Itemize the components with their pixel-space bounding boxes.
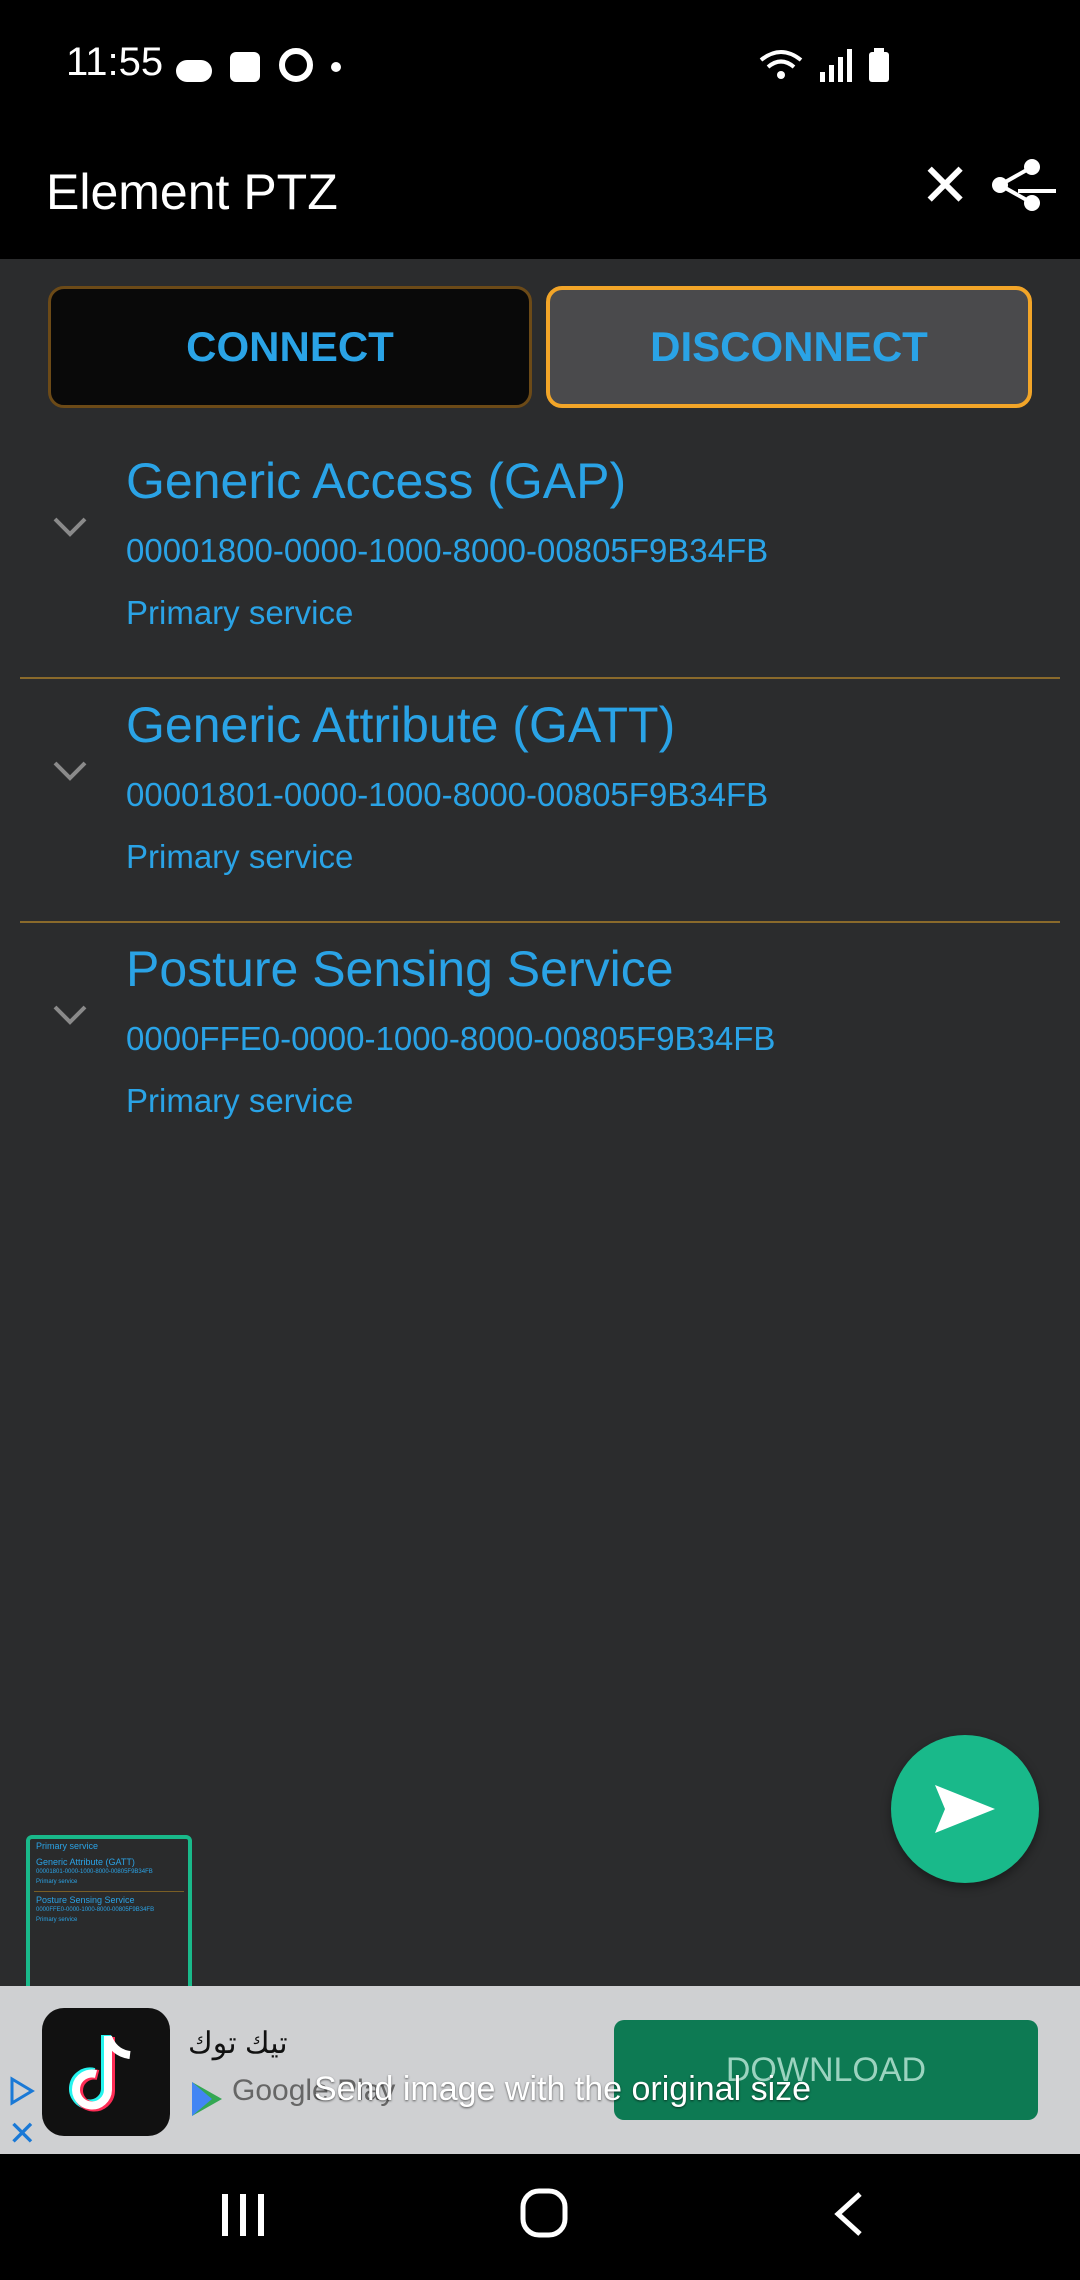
home-icon[interactable] [520, 2188, 568, 2238]
service-type: Primary service [126, 1082, 354, 1119]
thumb-text: Primary service [36, 1841, 99, 1851]
share-icon[interactable] [988, 155, 1058, 215]
chevron-down-icon[interactable] [52, 516, 88, 538]
close-icon[interactable]: ✕ [920, 156, 970, 216]
service-uuid: 00001800-0000-1000-8000-00805F9B34FB [126, 532, 769, 569]
service-name: Posture Sensing Service [126, 941, 674, 997]
pin-icon [278, 48, 313, 82]
cloud-icon [176, 60, 212, 82]
app-toolbar: Element PTZ ✕ [0, 135, 1080, 259]
ad-app-name: تيك توك [188, 2027, 288, 2060]
service-item[interactable]: Generic Access (GAP) 00001800-0000-1000-… [0, 436, 1080, 679]
battery-icon [869, 48, 889, 82]
thumb-text: Generic Attribute (GATT) [36, 1857, 135, 1867]
thumb-text: 0000FFE0-0000-1000-8000-00805F9B34FB [36, 1907, 155, 1913]
service-name: Generic Access (GAP) [126, 453, 627, 509]
service-name: Generic Attribute (GATT) [126, 697, 676, 753]
system-icons [759, 48, 900, 87]
status-bar: 11:55 [0, 0, 1080, 135]
screenshot-thumbnail[interactable]: Primary service Generic Attribute (GATT)… [26, 1835, 192, 1999]
service-type: Primary service [126, 838, 354, 875]
divider [20, 921, 1060, 923]
chevron-down-icon[interactable] [52, 1004, 88, 1026]
divider [34, 1891, 184, 1892]
back-icon[interactable] [830, 2190, 866, 2238]
app-logo[interactable] [42, 2008, 170, 2136]
service-uuid: 0000FFE0-0000-1000-8000-00805F9B34FB [126, 1020, 776, 1057]
service-uuid: 00001801-0000-1000-8000-00805F9B34FB [126, 776, 769, 813]
thumb-text: Posture Sensing Service [36, 1895, 135, 1905]
send-fab[interactable] [891, 1735, 1039, 1883]
notification-icons [176, 48, 355, 87]
chevron-down-icon[interactable] [52, 760, 88, 782]
ad-choices-icon[interactable] [8, 2076, 36, 2106]
system-nav-bar [0, 2154, 1080, 2280]
signal-icon [819, 49, 852, 82]
service-item[interactable]: Posture Sensing Service 0000FFE0-0000-10… [0, 924, 1080, 1167]
connect-button[interactable]: CONNECT [48, 286, 532, 408]
gallery-icon [230, 52, 261, 82]
service-item[interactable]: Generic Attribute (GATT) 00001801-0000-1… [0, 680, 1080, 923]
ad-banner[interactable]: تيك توك Google Play DOWNLOAD ✕ Send imag… [0, 1986, 1080, 2154]
thumb-text: Primary service [36, 1879, 78, 1885]
play-store-icon [192, 2082, 222, 2116]
toast-caption: Send image with the original size [314, 2070, 812, 2108]
disconnect-button[interactable]: DISCONNECT [546, 286, 1032, 408]
recents-icon[interactable] [220, 2192, 268, 2238]
page-title: Element PTZ [46, 164, 338, 220]
divider [20, 677, 1060, 679]
thumb-text: 00001801-0000-1000-8000-00805F9B34FB [36, 1869, 153, 1875]
send-icon [935, 1785, 995, 1833]
status-time: 11:55 [66, 40, 164, 84]
service-type: Primary service [126, 594, 354, 631]
ad-close-icon[interactable]: ✕ [8, 2114, 37, 2154]
dot-icon [331, 62, 342, 72]
music-note-icon [69, 2035, 131, 2112]
thumb-text: Primary service [36, 1917, 78, 1923]
wifi-icon [759, 50, 803, 79]
